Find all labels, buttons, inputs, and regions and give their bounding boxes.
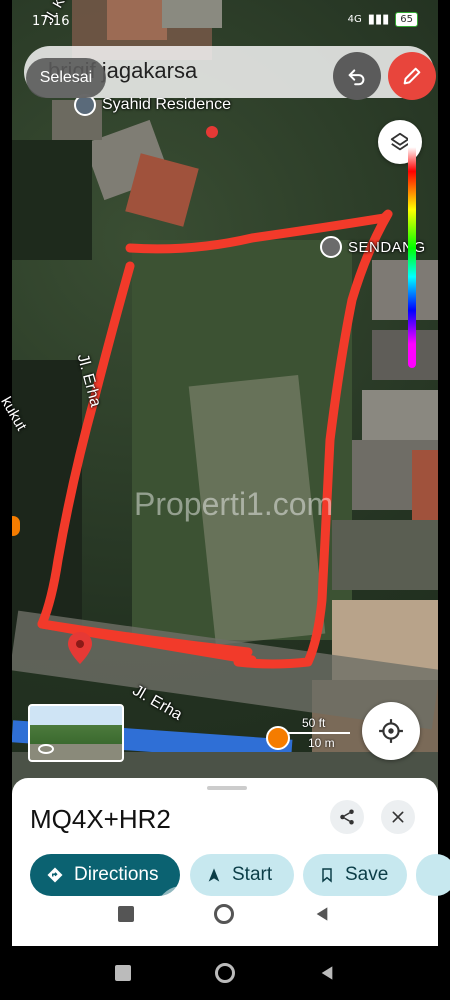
residence-label: Syahid Residence (102, 96, 231, 113)
squiggle-icon (68, 904, 89, 921)
watermark: Properti1.com (134, 486, 334, 522)
close-icon (392, 811, 404, 823)
directions-label: Directions (74, 864, 159, 885)
pen-button[interactable] (388, 52, 436, 100)
directions-icon (47, 867, 63, 883)
plus-code: MQ4X+HR2 (30, 804, 171, 834)
squiggle-tool-3[interactable] (254, 892, 298, 936)
share-icon (340, 809, 354, 825)
crosshair-icon (379, 719, 403, 743)
share-button[interactable] (330, 800, 364, 834)
status-icons: 4G ▮▮▮ 65 (348, 12, 418, 27)
squiggle-icon (265, 903, 288, 922)
squiggle-tool-4[interactable] (352, 892, 396, 936)
place-pin-icon (320, 236, 342, 258)
squiggle-icon (172, 902, 193, 919)
home-circle-button[interactable] (202, 892, 246, 936)
network-label: 4G (347, 14, 362, 25)
scale-m: 10 m (308, 736, 335, 750)
sheet-handle[interactable] (207, 786, 247, 790)
battery-icon: 65 (395, 12, 418, 27)
circle-icon (214, 904, 234, 924)
recents-button[interactable] (104, 892, 148, 936)
system-nav-bar (0, 946, 450, 1000)
home-icon (215, 963, 235, 983)
scale-ft: 50 ft (302, 716, 326, 730)
screen: Jl. Kalmer Syahid Residence SENDANG Jl. … (0, 0, 450, 1000)
squiggle-tool-1[interactable] (56, 892, 100, 936)
save-label: Save (345, 864, 389, 885)
nav-back-button[interactable] (314, 960, 340, 986)
squiggle-icon (363, 903, 386, 922)
start-label: Start (232, 864, 273, 885)
squiggle-tool-2[interactable] (156, 886, 208, 938)
color-picker-slider[interactable] (408, 128, 416, 368)
satellite-map[interactable] (12, 0, 438, 800)
close-button[interactable] (381, 800, 415, 834)
square-icon (118, 906, 134, 922)
location-pin-icon[interactable] (68, 632, 92, 664)
back-icon (316, 907, 328, 921)
my-location-button[interactable] (362, 702, 420, 760)
drawing-toolbar (12, 886, 438, 948)
scale-marker-icon (266, 726, 290, 750)
back-triangle-button[interactable] (300, 892, 344, 936)
status-bar: 17:16 4G ▮▮▮ 65 (0, 0, 450, 40)
street-view-thumbnail[interactable] (28, 704, 124, 762)
undo-icon (348, 69, 365, 86)
status-time: 17:16 (32, 14, 70, 29)
map-scale: 50 ft 10 m (262, 716, 350, 750)
drawn-outline (37, 209, 393, 669)
done-button[interactable]: Selesai (26, 58, 106, 98)
navigation-arrow-icon (208, 868, 220, 882)
bookmark-icon (322, 868, 332, 883)
recents-icon (115, 965, 131, 981)
back-arrow-icon (321, 966, 333, 980)
nav-recents-button[interactable] (110, 960, 136, 986)
nav-home-button[interactable] (212, 960, 238, 986)
undo-button[interactable] (333, 52, 381, 100)
signal-icon: ▮▮▮ (367, 12, 390, 27)
red-dot (206, 126, 218, 138)
street-view-icon (38, 744, 54, 754)
pen-icon (403, 67, 421, 85)
